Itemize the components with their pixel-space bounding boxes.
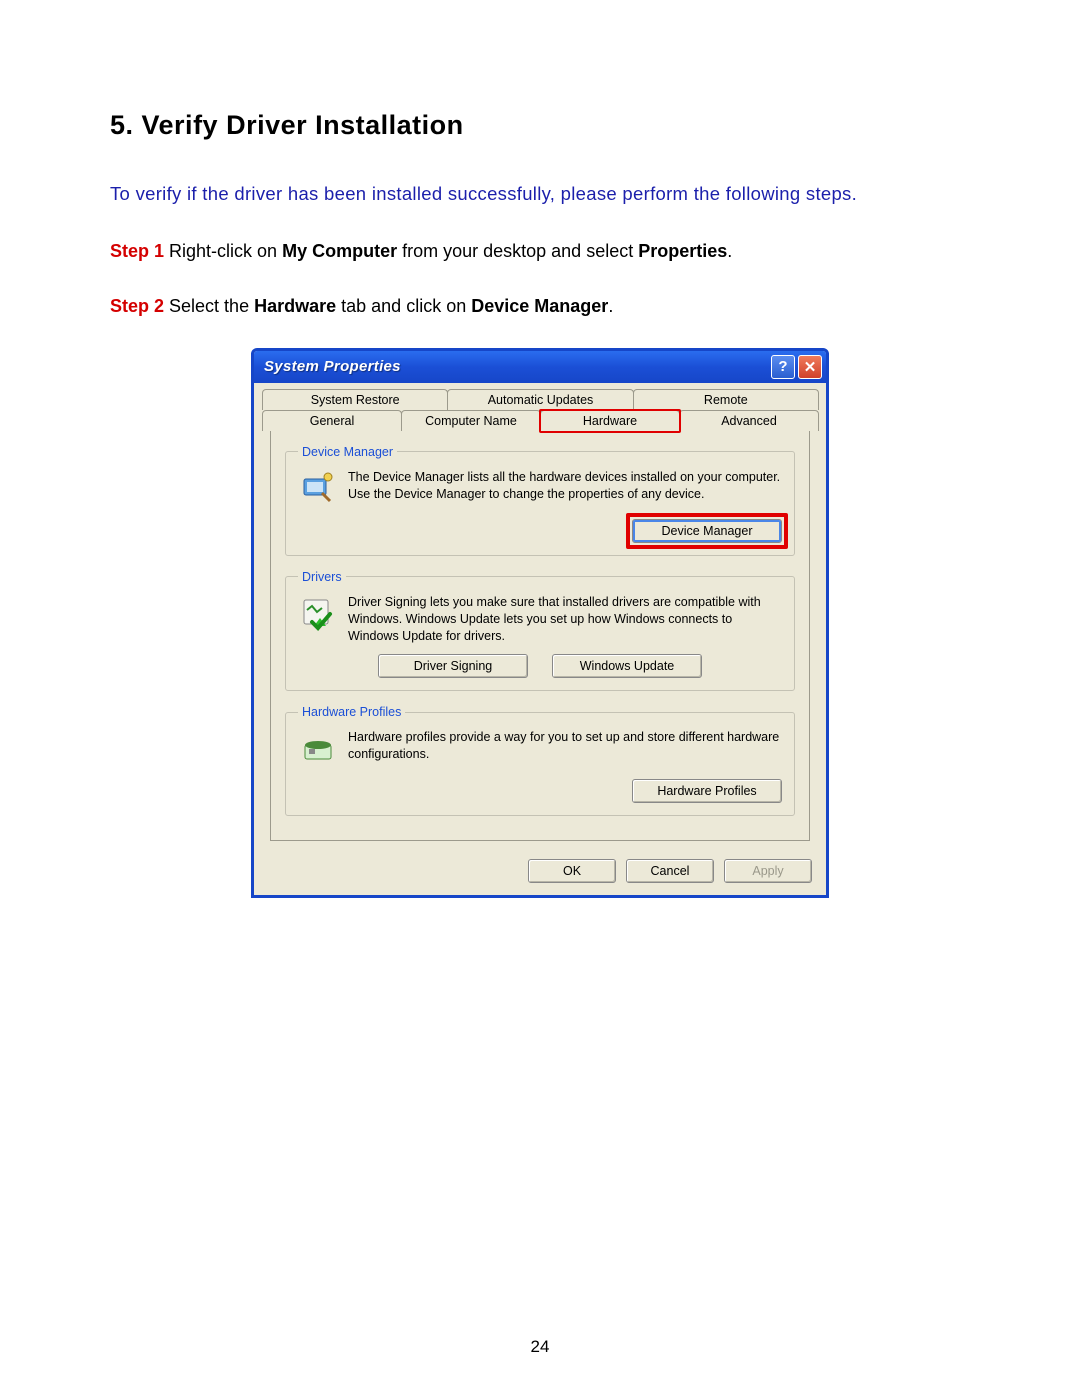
- tab-computer-name[interactable]: Computer Name: [401, 410, 541, 431]
- tab-hardware[interactable]: Hardware: [540, 410, 680, 431]
- page-number: 24: [0, 1337, 1080, 1357]
- cancel-button[interactable]: Cancel: [626, 859, 714, 883]
- help-button[interactable]: ?: [771, 355, 795, 379]
- ok-button[interactable]: OK: [528, 859, 616, 883]
- drivers-icon: [298, 594, 338, 634]
- tab-advanced[interactable]: Advanced: [679, 410, 819, 431]
- drivers-desc: Driver Signing lets you make sure that i…: [348, 594, 782, 645]
- device-manager-legend: Device Manager: [298, 445, 397, 459]
- section-heading: 5. Verify Driver Installation: [110, 110, 970, 141]
- step-2: Step 2 Select the Hardware tab and click…: [110, 293, 970, 320]
- device-manager-button[interactable]: Device Manager: [632, 519, 782, 543]
- hardware-profiles-button[interactable]: Hardware Profiles: [632, 779, 782, 803]
- tab-strip: System Restore Automatic Updates Remote …: [254, 383, 826, 842]
- hardware-panel: Device Manager The Device Manager: [270, 431, 810, 842]
- hardware-profiles-group: Hardware Profiles Hardware profiles prov…: [285, 705, 795, 816]
- window-title: System Properties: [264, 358, 401, 375]
- device-manager-desc: The Device Manager lists all the hardwar…: [348, 469, 782, 509]
- tab-general[interactable]: General: [262, 410, 402, 431]
- tab-remote[interactable]: Remote: [633, 389, 819, 410]
- driver-signing-button[interactable]: Driver Signing: [378, 654, 528, 678]
- device-manager-group: Device Manager The Device Manager: [285, 445, 795, 556]
- step-2-label: Step 2: [110, 296, 164, 316]
- apply-button[interactable]: Apply: [724, 859, 812, 883]
- hardware-profiles-desc: Hardware profiles provide a way for you …: [348, 729, 782, 769]
- dialog-footer: OK Cancel Apply: [254, 849, 826, 895]
- titlebar[interactable]: System Properties ? ✕: [254, 351, 826, 383]
- close-button[interactable]: ✕: [798, 355, 822, 379]
- system-properties-dialog: System Properties ? ✕ System Restore Aut…: [251, 348, 829, 899]
- step-1-label: Step 1: [110, 241, 164, 261]
- tab-system-restore[interactable]: System Restore: [262, 389, 448, 410]
- windows-update-button[interactable]: Windows Update: [552, 654, 702, 678]
- step-1: Step 1 Right-click on My Computer from y…: [110, 238, 970, 265]
- drivers-legend: Drivers: [298, 570, 346, 584]
- drivers-group: Drivers Driver Signing lets you m: [285, 570, 795, 692]
- device-manager-icon: [298, 469, 338, 509]
- intro-text: To verify if the driver has been install…: [110, 181, 970, 208]
- hardware-profiles-legend: Hardware Profiles: [298, 705, 405, 719]
- tab-automatic-updates[interactable]: Automatic Updates: [447, 389, 633, 410]
- hardware-profiles-icon: [298, 729, 338, 769]
